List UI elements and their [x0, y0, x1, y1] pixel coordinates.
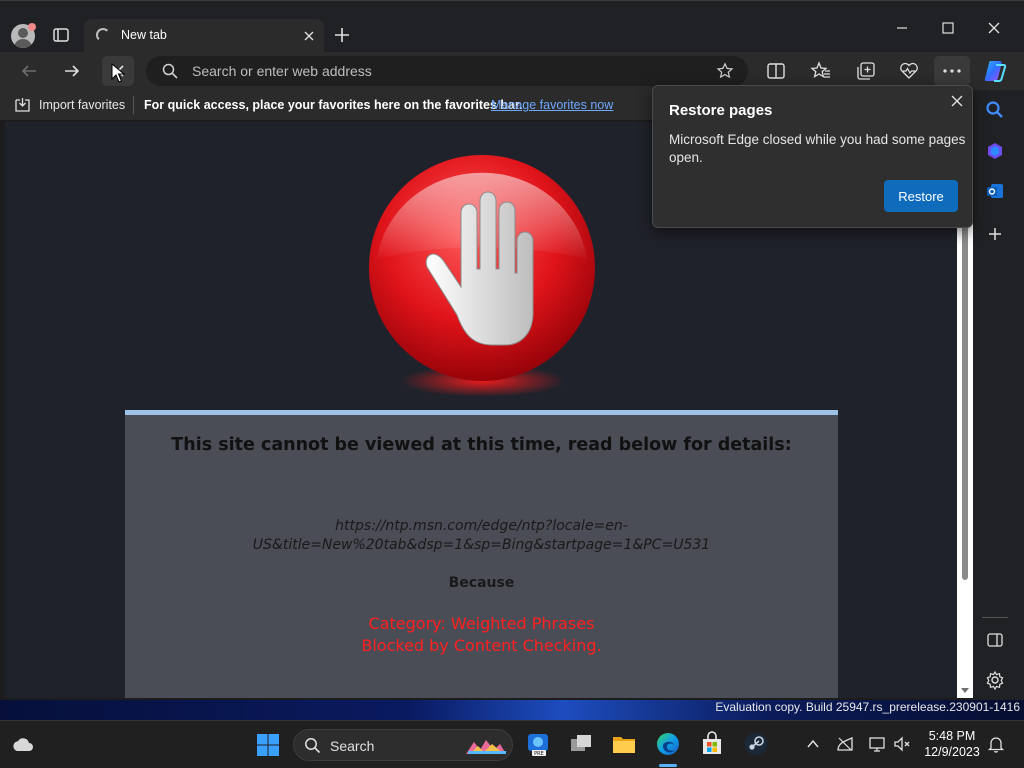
window-close-icon[interactable] [985, 19, 1003, 37]
restore-pages-popup: Restore pages Microsoft Edge closed whil… [652, 85, 973, 228]
favorites-hint: For quick access, place your favorites h… [144, 98, 523, 112]
profile-notification-dot [28, 23, 36, 31]
maximize-icon[interactable] [939, 19, 957, 37]
divider [982, 617, 1008, 618]
block-reason: Category: Weighted Phrases Blocked by Co… [125, 613, 838, 657]
restore-message: Microsoft Edge closed while you had some… [669, 132, 966, 165]
clock-time: 5:48 PM [928, 729, 976, 743]
notification-bell-icon[interactable] [987, 735, 1005, 753]
back-icon[interactable] [18, 60, 40, 82]
sidebar-toggle-icon[interactable] [985, 630, 1005, 650]
search-icon [162, 63, 178, 79]
store-icon[interactable] [699, 731, 725, 757]
title-bar: New tab [0, 0, 1024, 53]
file-explorer-icon[interactable] [611, 731, 637, 757]
blocked-url: https://ntp.msn.com/edge/ntp?locale=en-U… [252, 518, 711, 553]
scroll-down-icon[interactable] [960, 680, 970, 693]
block-category: Category: Weighted Phrases [368, 614, 595, 633]
restore-title: Restore pages [669, 102, 773, 119]
outlook-icon[interactable] [985, 181, 1005, 201]
weather-icon[interactable] [11, 735, 35, 755]
split-screen-icon[interactable] [765, 60, 787, 82]
news-icon[interactable]: PRE [525, 731, 551, 757]
block-detail: Blocked by Content Checking. [361, 636, 602, 655]
edge-sidebar [973, 90, 1024, 700]
stop-hand-icon [365, 155, 601, 415]
taskbar: Search PRE 5:48 PM 12/9/2023 [0, 720, 1024, 768]
display-icon[interactable] [868, 735, 886, 753]
taskbar-search[interactable]: Search [293, 729, 513, 761]
task-view-icon[interactable] [568, 731, 594, 757]
tab-new-tab[interactable]: New tab [84, 19, 324, 53]
restore-button[interactable]: Restore [884, 180, 958, 212]
search-label: Search [330, 738, 375, 754]
divider [133, 96, 134, 114]
more-icon[interactable] [934, 56, 970, 86]
copilot-icon[interactable] [982, 58, 1008, 84]
side-search-icon[interactable] [985, 100, 1005, 120]
block-message-panel: This site cannot be viewed at this time,… [125, 410, 838, 698]
manage-favorites-link[interactable]: Manage favorites now [491, 98, 613, 112]
settings-icon[interactable] [985, 670, 1005, 691]
volume-icon[interactable] [893, 735, 911, 753]
side-copilot-icon[interactable] [985, 141, 1005, 161]
import-favorites-button[interactable]: Import favorites [39, 98, 125, 112]
svg-text:PRE: PRE [534, 751, 544, 757]
evaluation-watermark: Evaluation copy. Build 25947.rs_prerelea… [715, 700, 1020, 714]
import-icon[interactable] [14, 97, 31, 113]
search-highlight-icon [464, 736, 508, 756]
forward-icon[interactable] [61, 60, 83, 82]
active-app-indicator [659, 764, 677, 767]
minimize-icon[interactable] [893, 19, 911, 37]
block-heading: This site cannot be viewed at this time,… [171, 435, 792, 455]
collections-icon[interactable] [855, 60, 877, 82]
close-icon[interactable] [950, 94, 964, 108]
search-icon [304, 737, 321, 754]
steam-icon[interactable] [743, 731, 769, 757]
browser-essentials-icon[interactable] [898, 60, 920, 82]
clock-date: 12/9/2023 [924, 745, 980, 759]
scroll-thumb[interactable] [962, 224, 968, 580]
system-clock[interactable]: 5:48 PM 12/9/2023 [922, 728, 982, 760]
favorites-icon[interactable] [810, 60, 832, 82]
close-icon[interactable] [302, 28, 316, 42]
mouse-cursor-icon [111, 62, 126, 83]
edge-icon[interactable] [655, 731, 681, 757]
address-bar[interactable] [146, 56, 748, 86]
plus-icon[interactable] [332, 25, 352, 45]
tab-title: New tab [121, 28, 167, 42]
side-add-icon[interactable] [985, 224, 1005, 244]
network-icon[interactable] [836, 735, 854, 753]
address-input[interactable] [192, 61, 692, 81]
chevron-up-icon[interactable] [804, 735, 822, 753]
windows-start-icon[interactable] [256, 733, 280, 757]
because-label: Because [448, 575, 515, 591]
tab-actions-icon[interactable] [52, 26, 70, 44]
star-icon[interactable] [716, 62, 734, 80]
spinner-icon [96, 28, 110, 42]
